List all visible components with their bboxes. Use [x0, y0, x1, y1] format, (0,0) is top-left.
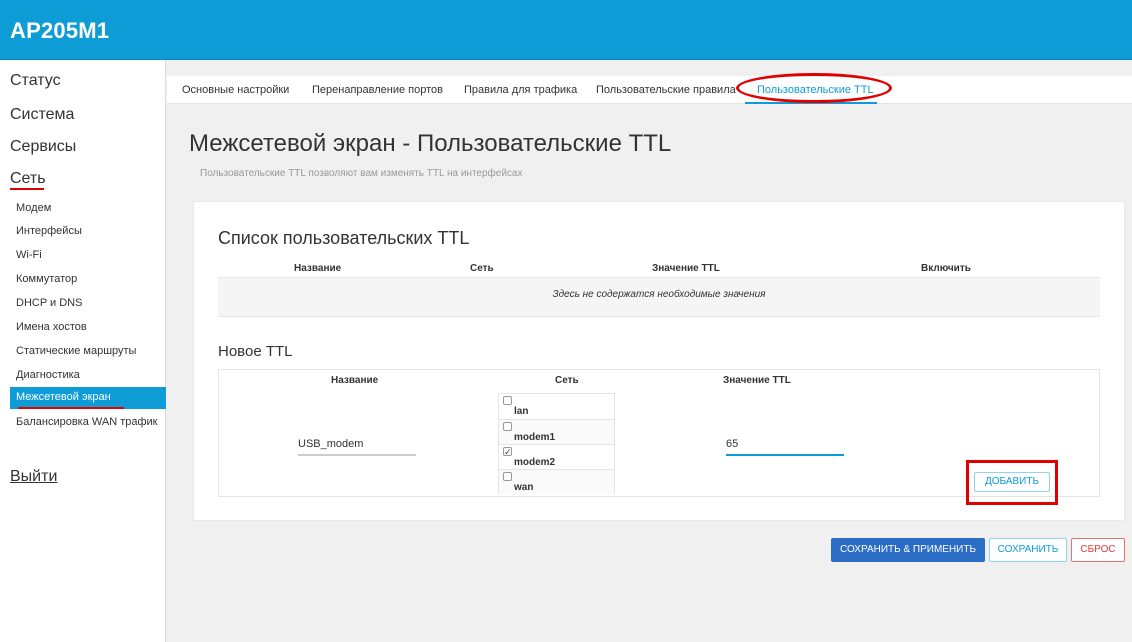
network-label-lan: lan — [514, 406, 529, 417]
checkbox-modem2-checked[interactable]: ✓ — [503, 447, 512, 457]
main-content: Основные настройки Перенаправление порто… — [167, 60, 1132, 642]
empty-list-row: Здесь не содержатся необходимые значения — [218, 277, 1100, 317]
top-header-bar: AP205M1 — [0, 0, 1132, 60]
empty-list-message: Здесь не содержатся необходимые значения — [552, 289, 766, 300]
sidebar-item-static-routes[interactable]: Статические маршруты — [16, 345, 136, 357]
ttl-name-input[interactable]: USB_modem — [298, 438, 416, 456]
save-button[interactable]: СОХРАНИТЬ — [989, 538, 1067, 562]
list-header-network: Сеть — [470, 263, 494, 274]
sidebar-item-hostnames[interactable]: Имена хостов — [16, 321, 87, 333]
new-ttl-title: Новое TTL — [218, 343, 293, 360]
tab-bar: Основные настройки Перенаправление порто… — [167, 76, 1132, 104]
device-model-title: AP205M1 — [10, 18, 110, 43]
save-apply-button[interactable]: СОХРАНИТЬ & ПРИМЕНИТЬ — [831, 538, 985, 562]
sidebar-item-dhcp-dns[interactable]: DHCP и DNS — [16, 297, 82, 309]
logout-link[interactable]: Выйти — [10, 468, 57, 486]
sidebar-item-interfaces[interactable]: Интерфейсы — [16, 225, 82, 237]
firewall-underline-highlight — [18, 407, 124, 409]
add-button-highlight-box — [966, 460, 1058, 505]
ttl-value-input[interactable]: 65 — [726, 438, 844, 456]
network-label-modem1: modem1 — [514, 432, 556, 443]
active-tab-highlight-ellipse — [736, 73, 892, 103]
list-header-name: Название — [294, 263, 342, 274]
page-description: Пользовательские TTL позволяют вам измен… — [200, 168, 523, 179]
list-header-enable: Включить — [921, 263, 971, 274]
tab-port-forwarding[interactable]: Перенаправление портов — [312, 84, 443, 96]
sidebar-item-wifi[interactable]: Wi-Fi — [16, 249, 42, 261]
network-option-modem2[interactable]: ✓ modem2 — [499, 445, 614, 470]
network-option-wan[interactable]: wan — [499, 470, 614, 495]
sidebar: Статус Система Сервисы Сеть Модем Интерф… — [0, 60, 166, 642]
page-title: Межсетевой экран - Пользовательские TTL — [189, 130, 672, 157]
new-header-name: Название — [331, 375, 379, 386]
tab-basic-settings[interactable]: Основные настройки — [182, 84, 289, 96]
checkbox-lan[interactable] — [503, 396, 512, 405]
network-label-modem2: modem2 — [514, 457, 556, 468]
checkbox-modem1[interactable] — [503, 422, 512, 431]
sidebar-item-diagnostics[interactable]: Диагностика — [16, 369, 80, 381]
sidebar-item-status[interactable]: Статус — [10, 72, 61, 90]
list-header-ttl-value: Значение TTL — [652, 263, 720, 274]
sidebar-item-firewall[interactable]: Межсетевой экран — [10, 387, 166, 409]
checkbox-wan[interactable] — [503, 472, 512, 481]
tab-custom-rules[interactable]: Пользовательские правила — [596, 84, 736, 96]
sidebar-item-network[interactable]: Сеть — [10, 170, 46, 188]
network-option-modem1[interactable]: modem1 — [499, 420, 614, 445]
new-header-network: Сеть — [555, 375, 579, 386]
sidebar-item-services[interactable]: Сервисы — [10, 138, 76, 156]
sidebar-item-modem[interactable]: Модем — [16, 202, 51, 214]
network-label-wan: wan — [514, 482, 534, 493]
sidebar-item-system[interactable]: Система — [10, 106, 74, 124]
network-checkbox-list: lan modem1 ✓ modem2 wan — [498, 393, 615, 495]
network-option-lan[interactable]: lan — [499, 394, 614, 420]
reset-button[interactable]: СБРОС — [1071, 538, 1125, 562]
ttl-list-title: Список пользовательских TTL — [218, 228, 470, 248]
new-header-ttl-value: Значение TTL — [723, 375, 791, 386]
tab-traffic-rules[interactable]: Правила для трафика — [464, 84, 577, 96]
sidebar-item-wan-balancing[interactable]: Балансировка WAN трафик — [16, 416, 164, 428]
ttl-card: Список пользовательских TTL Название Сет… — [193, 201, 1125, 521]
network-underline-highlight — [10, 188, 44, 190]
sidebar-item-switch[interactable]: Коммутатор — [16, 273, 77, 285]
